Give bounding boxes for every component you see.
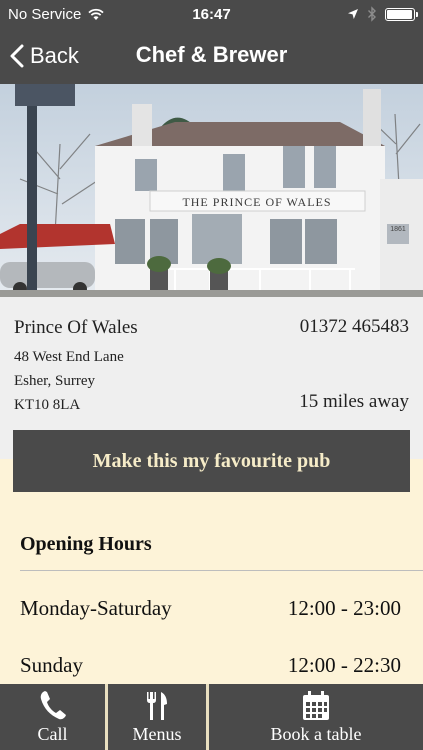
hours-row: Monday-Saturday 12:00 - 23:00 bbox=[20, 596, 401, 621]
back-button[interactable]: Back bbox=[10, 40, 79, 72]
tab-menus[interactable]: Menus bbox=[108, 684, 206, 750]
distance-label: 15 miles away bbox=[299, 391, 409, 412]
tab-call[interactable]: Call bbox=[0, 684, 105, 750]
address-line-2: Esher, Surrey bbox=[14, 373, 96, 389]
hours-days: Sunday bbox=[20, 653, 83, 677]
calendar-icon bbox=[303, 691, 329, 720]
address-line-1: 48 West End Lane bbox=[14, 349, 124, 365]
hours-times: 12:00 - 23:00 bbox=[287, 596, 401, 620]
make-favourite-button[interactable]: Make this my favourite pub bbox=[13, 430, 410, 492]
tab-label: Book a table bbox=[270, 724, 362, 744]
divider bbox=[20, 570, 423, 571]
battery-icon bbox=[385, 7, 418, 21]
carrier-label: No Service bbox=[8, 5, 82, 23]
pub-name: Prince Of Wales bbox=[14, 317, 138, 338]
navigation-bar: Back Chef & Brewer bbox=[0, 28, 423, 84]
location-arrow-icon bbox=[348, 9, 358, 19]
bottom-tab-bar: Call Menus Book a table bbox=[0, 684, 423, 750]
address-line-3: KT10 8LA bbox=[14, 397, 81, 413]
pub-sign-text: THE PRINCE OF WALES bbox=[182, 195, 331, 209]
hours-days: Monday-Saturday bbox=[20, 596, 172, 620]
status-bar: No Service 16:47 bbox=[0, 0, 423, 28]
chevron-left-icon bbox=[10, 44, 24, 68]
tab-label: Call bbox=[37, 724, 68, 744]
opening-hours-title: Opening Hours bbox=[20, 533, 152, 555]
pub-photo: THE PRINCE OF WALES 1861 bbox=[0, 84, 423, 297]
pub-phone-number[interactable]: 01372 465483 bbox=[300, 316, 409, 338]
bluetooth-icon bbox=[368, 6, 376, 22]
wifi-icon bbox=[88, 8, 104, 20]
back-label: Back bbox=[30, 43, 79, 68]
phone-icon bbox=[40, 691, 66, 720]
cutlery-icon bbox=[147, 692, 167, 720]
tab-book-a-table[interactable]: Book a table bbox=[209, 684, 423, 750]
tab-label: Menus bbox=[132, 724, 182, 744]
plaque-text: 1861 bbox=[390, 226, 406, 233]
hours-times: 12:00 - 22:30 bbox=[287, 653, 401, 677]
hours-row: Sunday 12:00 - 22:30 bbox=[20, 653, 401, 678]
